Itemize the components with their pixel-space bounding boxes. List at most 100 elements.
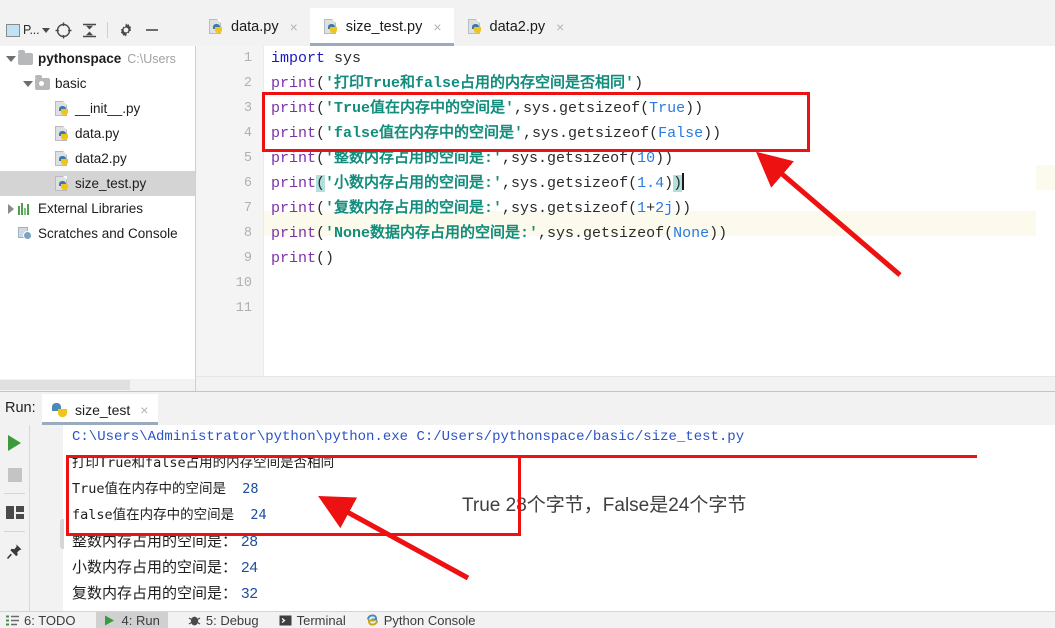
console-value: 28	[242, 481, 259, 497]
code-line-8: print('None数据内存占用的空间是:',sys.getsizeof(No…	[271, 221, 727, 246]
python-file-icon	[209, 19, 224, 35]
tree-item-init-py[interactable]: __init__.py	[0, 96, 195, 121]
editor-tab-bar: data.py × size_test.py × data2.py ×	[195, 0, 1055, 46]
status-item-python-console[interactable]: Python Console	[366, 613, 476, 628]
status-item-run[interactable]: 4: Run	[95, 612, 168, 628]
project-window-icon	[6, 23, 20, 37]
token-paren: (	[316, 125, 326, 142]
tree-item-path: C:\Users	[127, 51, 176, 66]
project-view-selector[interactable]: P...	[0, 23, 51, 37]
close-icon[interactable]: ×	[140, 402, 148, 418]
code-text-area[interactable]: import sys print('打印True和false占用的内存空间是否相…	[264, 46, 1055, 376]
editor-tab-data-py[interactable]: data.py ×	[195, 8, 310, 46]
tree-item-basic[interactable]: basic	[0, 71, 195, 96]
twisty-down-icon[interactable]	[4, 55, 18, 62]
status-item-terminal[interactable]: Terminal	[279, 613, 346, 628]
token-call: ,sys.getsizeof(	[502, 200, 638, 217]
token-string: 'None数据内存占用的空间是:'	[325, 225, 539, 242]
tree-item-pythonspace[interactable]: pythonspace C:\Users	[0, 46, 195, 71]
run-toolbar-right: »	[30, 425, 93, 611]
token-string: '打印True和false占用的内存空间是否相同'	[325, 75, 635, 92]
project-horizontal-scrollbar[interactable]	[0, 379, 195, 391]
toolbar-divider	[4, 531, 25, 532]
status-item-label: 5: Debug	[205, 612, 259, 628]
status-item-todo[interactable]: 6: TODO	[6, 613, 76, 628]
token-number: 1.4	[637, 175, 665, 192]
tree-item-scratches-and-console[interactable]: Scratches and Console	[0, 221, 195, 246]
console-value: 24	[250, 507, 267, 523]
token-function: print	[271, 225, 317, 242]
library-icon	[18, 202, 33, 215]
chevron-down-icon[interactable]	[42, 27, 51, 33]
token-builtin: None	[673, 225, 710, 242]
tree-item-label: size_test.py	[75, 176, 147, 191]
line-number: 11	[235, 301, 252, 316]
current-line-highlight-right	[1036, 165, 1055, 190]
run-panel-label: Run:	[5, 400, 36, 416]
pin-icon[interactable]	[0, 537, 29, 565]
token-call: ,sys.getsizeof(	[502, 175, 638, 192]
tree-item-external-libraries[interactable]: External Libraries	[0, 196, 195, 221]
code-line-4: print('false值在内存中的空间是',sys.getsizeof(Fal…	[271, 121, 721, 146]
token-builtin: False	[658, 125, 704, 142]
python-file-icon	[55, 100, 70, 117]
stop-icon[interactable]	[0, 461, 29, 489]
twisty-down-icon[interactable]	[21, 80, 35, 87]
folder-icon	[18, 49, 33, 65]
tree-item-data2-py[interactable]: data2.py	[0, 146, 195, 171]
twisty-right-icon[interactable]	[4, 203, 18, 214]
token-paren: (	[316, 200, 326, 217]
run-icon[interactable]	[0, 429, 29, 457]
run-console[interactable]: C:\Users\Administrator\python\python.exe…	[64, 425, 1055, 611]
console-value: 24	[241, 559, 258, 576]
editor-tab-data2-py[interactable]: data2.py ×	[454, 8, 577, 46]
line-number: 10	[235, 276, 252, 291]
scrollbar-thumb[interactable]	[0, 380, 130, 390]
token-paren-matched: (	[316, 175, 326, 192]
todo-icon	[6, 614, 19, 626]
token-paren: (	[316, 250, 326, 267]
layout-icon[interactable]	[0, 499, 29, 527]
token-function: print	[271, 75, 317, 92]
token-string: '小数内存占用的空间是:'	[325, 175, 503, 192]
tree-item-data-py[interactable]: data.py	[0, 121, 195, 146]
tree-item-size-test-py[interactable]: size_test.py	[0, 171, 195, 196]
tree-item-label: pythonspace	[38, 51, 122, 66]
close-icon[interactable]: ×	[556, 19, 564, 35]
console-line-6: 复数内存占用的空间是： 32	[72, 581, 258, 606]
target-icon[interactable]	[50, 18, 76, 42]
token-paren-matched: )	[673, 175, 683, 192]
code-editor[interactable]: 1 2 3 4 5 6 7 8 9 10 11 import sys print…	[196, 46, 1055, 376]
console-text: 小数内存占用的空间是：	[72, 559, 242, 576]
console-value: 32	[241, 585, 258, 602]
token-number: 1	[637, 200, 647, 217]
editor-tab-label: data2.py	[489, 19, 546, 35]
line-number: 2	[243, 76, 252, 91]
run-panel-body: » C:\Users\Administrator\python\python.e…	[0, 425, 1055, 611]
token-string: 'True值在内存中的空间是'	[325, 100, 515, 117]
settings-gear-icon[interactable]	[113, 18, 139, 42]
token-paren: ))	[709, 225, 728, 242]
close-icon[interactable]: ×	[290, 19, 298, 35]
editor-gutter[interactable]: 1 2 3 4 5 6 7 8 9 10 11	[196, 46, 264, 376]
token-function: print	[271, 250, 317, 267]
token-number: 2j	[655, 200, 674, 217]
token-paren: (	[316, 100, 326, 117]
terminal-icon	[279, 614, 292, 626]
close-icon[interactable]: ×	[433, 19, 441, 35]
text-caret	[682, 173, 684, 190]
run-configuration-tab[interactable]: size_test ×	[42, 394, 159, 425]
token-operator: +	[646, 200, 656, 217]
editor-right-margin	[1036, 46, 1055, 376]
editor-tab-label: data.py	[231, 19, 279, 35]
editor-tab-size-test-py[interactable]: size_test.py ×	[309, 8, 454, 46]
collapse-all-icon[interactable]	[76, 18, 102, 42]
project-tool-window: pythonspace C:\Users basic __init__.py d…	[0, 46, 195, 376]
editor-horizontal-scrollbar[interactable]	[196, 376, 1055, 391]
status-item-debug[interactable]: 5: Debug	[188, 613, 259, 628]
line-number: 8	[243, 226, 252, 241]
hide-icon[interactable]	[139, 18, 165, 42]
tree-item-label: External Libraries	[38, 201, 144, 216]
status-item-label: Terminal	[296, 612, 346, 628]
debug-icon	[188, 614, 201, 626]
